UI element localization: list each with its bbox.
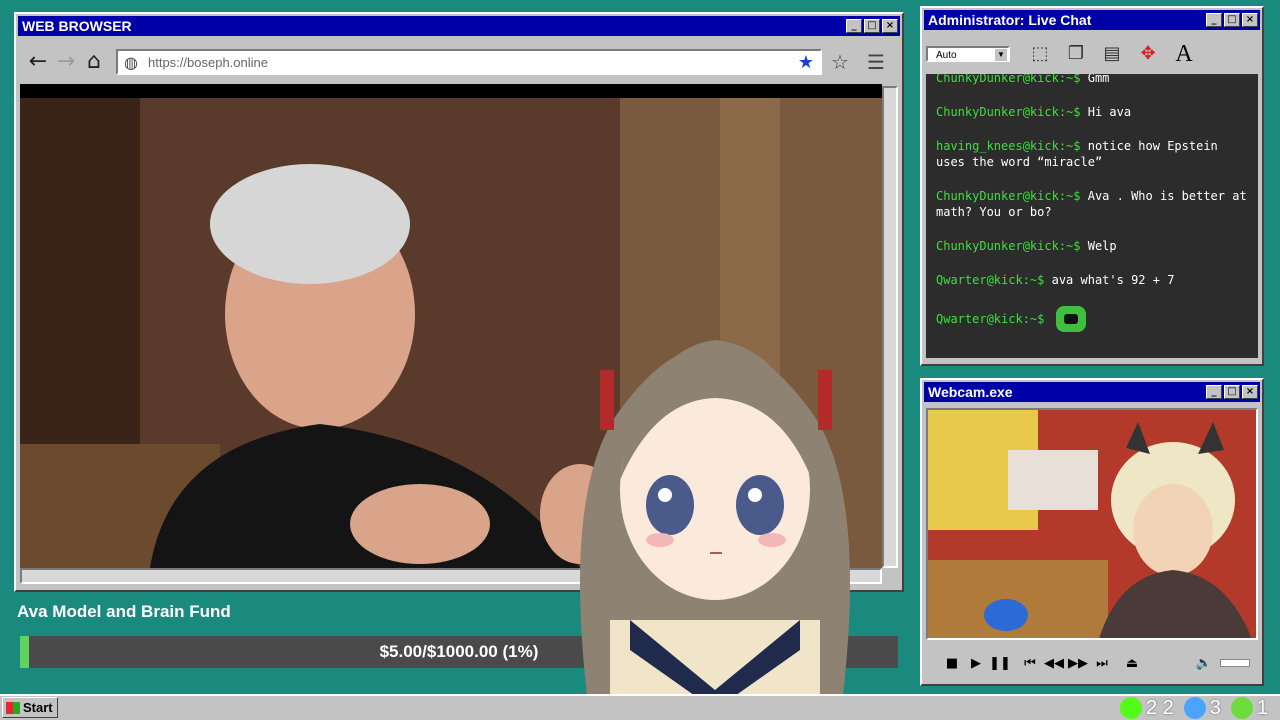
skip-forward-icon[interactable]: ⏭	[1090, 656, 1114, 671]
kick-count: 2 2	[1145, 696, 1174, 719]
skip-back-icon[interactable]: ⏮	[1018, 656, 1042, 671]
move-icon[interactable]: ✥	[1134, 40, 1162, 68]
start-label: Start	[23, 700, 53, 715]
moon-count: 3	[1209, 696, 1221, 719]
close-button[interactable]: ×	[882, 19, 898, 33]
volume-icon[interactable]: 🔈	[1192, 656, 1216, 671]
maximize-button[interactable]: □	[1224, 13, 1240, 27]
menu-icon[interactable]: ☰	[858, 50, 894, 74]
emote-icon	[1056, 306, 1087, 332]
play-icon[interactable]	[1230, 697, 1253, 719]
chat-message: having_knees@kick:~$ notice how Epstein …	[936, 139, 1218, 169]
webcam-title: Webcam.exe	[928, 384, 1013, 400]
vtuber-avatar	[580, 340, 850, 720]
minimize-button[interactable]: _	[1206, 13, 1222, 27]
chevron-down-icon[interactable]: ▼	[995, 49, 1007, 61]
mode-dropdown[interactable]: Auto ▼	[926, 46, 1010, 62]
chat-log[interactable]: ChunkyDunker@kick:~$ Gmm ChunkyDunker@ki…	[926, 74, 1258, 358]
minimize-button[interactable]: _	[846, 19, 862, 33]
minimize-button[interactable]: _	[1206, 385, 1222, 399]
webcam-image	[928, 410, 1256, 638]
play-icon[interactable]: ▶	[964, 656, 988, 671]
chat-message: ChunkyDunker@kick:~$ Ava . Who is better…	[936, 189, 1247, 219]
chat-message: ChunkyDunker@kick:~$ Welp	[936, 239, 1117, 253]
copy-icon[interactable]: ❐	[1062, 40, 1090, 68]
webcam-titlebar[interactable]: Webcam.exe _ □ ×	[924, 382, 1260, 402]
webcam-feed	[926, 408, 1258, 640]
globe-icon: ◍	[124, 52, 138, 72]
fund-label: Ava Model and Brain Fund	[17, 602, 231, 621]
maximize-button[interactable]: □	[864, 19, 880, 33]
close-button[interactable]: ×	[1242, 385, 1258, 399]
vertical-scrollbar[interactable]	[882, 86, 898, 568]
chat-title: Administrator: Live Chat	[928, 12, 1092, 28]
eject-icon[interactable]: ⏏	[1120, 656, 1144, 671]
moon-icon[interactable]	[1183, 697, 1206, 719]
close-button[interactable]: ×	[1242, 13, 1258, 27]
bookmark-star-outline-icon[interactable]: ☆	[822, 50, 858, 74]
browser-navbar: ← → ⌂ ◍ https://boseph.online ★ ☆ ☰	[24, 44, 894, 80]
windows-logo-icon	[6, 701, 20, 714]
taskbar: Start 2 2 3 1	[0, 694, 1280, 720]
select-icon[interactable]: ⬚	[1026, 40, 1054, 68]
pause-icon[interactable]: ❚❚	[988, 656, 1012, 671]
volume-slider[interactable]	[1220, 659, 1250, 667]
fast-forward-icon[interactable]: ▶▶	[1066, 656, 1090, 671]
mode-value: Auto	[936, 50, 957, 61]
chat-message: Qwarter@kick:~$	[936, 306, 1248, 332]
bookmark-star-filled-icon[interactable]: ★	[798, 52, 814, 73]
browser-title: WEB BROWSER	[22, 18, 132, 34]
font-icon[interactable]: A	[1170, 40, 1198, 68]
home-icon[interactable]: ⌂	[80, 48, 108, 76]
address-bar[interactable]: ◍ https://boseph.online ★	[116, 49, 822, 75]
back-arrow-icon[interactable]: ←	[24, 48, 52, 76]
maximize-button[interactable]: □	[1224, 385, 1240, 399]
play-count: 1	[1256, 696, 1268, 719]
chat-message: Qwarter@kick:~$ ava what's 92 + 7	[936, 273, 1175, 287]
system-tray: 2 2 3 1	[1116, 696, 1274, 720]
paste-icon[interactable]: ▤	[1098, 40, 1126, 68]
url-text[interactable]: https://boseph.online	[144, 55, 798, 70]
forward-arrow-icon[interactable]: →	[52, 48, 80, 76]
webcam-window: Webcam.exe _ □ × ■ ▶ ❚❚ ⏮ ◀◀ ▶▶ ⏭ ⏏ 🔈	[920, 378, 1264, 686]
rewind-icon[interactable]: ◀◀	[1042, 656, 1066, 671]
browser-titlebar[interactable]: WEB BROWSER _ □ ×	[18, 16, 900, 36]
player-controls: ■ ▶ ❚❚ ⏮ ◀◀ ▶▶ ⏭ ⏏ 🔈	[926, 646, 1258, 680]
chat-message: ChunkyDunker@kick:~$ Gmm	[936, 74, 1110, 85]
start-button[interactable]: Start	[2, 697, 58, 718]
chat-message: ChunkyDunker@kick:~$ Hi ava	[936, 105, 1132, 119]
kick-icon[interactable]	[1119, 697, 1142, 719]
chat-toolbar: Auto ▼ ⬚ ❐ ▤ ✥ A	[926, 36, 1258, 72]
chat-titlebar[interactable]: Administrator: Live Chat _ □ ×	[924, 10, 1260, 30]
chat-window: Administrator: Live Chat _ □ × Auto ▼ ⬚ …	[920, 6, 1264, 366]
stop-icon[interactable]: ■	[940, 656, 964, 671]
